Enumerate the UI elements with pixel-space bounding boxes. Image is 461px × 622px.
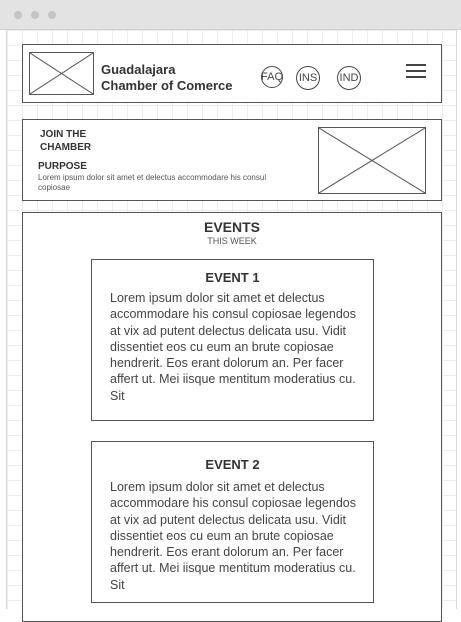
events-section: EVENTS THIS WEEK EVENT 1 Lorem ipsum dol… — [22, 212, 442, 622]
window-minimize-dot[interactable] — [31, 11, 39, 19]
window-titlebar — [0, 0, 461, 30]
nav-ins-button[interactable]: INS — [296, 66, 320, 90]
join-image-placeholder — [318, 127, 426, 194]
purpose-heading: PURPOSE — [38, 161, 87, 172]
hamburger-menu-icon[interactable] — [406, 64, 426, 80]
window-close-dot[interactable] — [14, 11, 22, 19]
brand-name-line2: Chamber of Comerce — [101, 78, 233, 93]
join-chamber-section: JOIN THE CHAMBER PURPOSE Lorem ipsum dol… — [22, 119, 442, 201]
events-heading: EVENTS — [203, 219, 260, 235]
join-title-line1: JOIN THE — [40, 129, 87, 140]
logo-image-placeholder[interactable] — [29, 52, 94, 95]
window-maximize-dot[interactable] — [48, 11, 56, 19]
event-card-1[interactable]: EVENT 1 Lorem ipsum dolor sit amet et de… — [91, 259, 374, 421]
nav-faq-button[interactable]: FAQ — [261, 66, 283, 88]
join-title-line2: CHAMBER — [40, 142, 92, 153]
brand-name[interactable]: Guadalajara Chamber of Comerce — [101, 62, 232, 94]
nav-ind-button[interactable]: IND — [337, 66, 361, 90]
site-header: Guadalajara Chamber of Comerce FAQ INS I… — [22, 44, 442, 103]
event-description: Lorem ipsum dolor sit amet et delectus a… — [110, 480, 356, 592]
event-title: EVENT 1 — [205, 270, 260, 285]
join-chamber-link[interactable]: JOIN THE CHAMBER — [40, 128, 91, 154]
brand-name-line1: Guadalajara — [101, 62, 176, 77]
event-description: Lorem ipsum dolor sit amet et delectus a… — [110, 291, 356, 403]
event-title: EVENT 2 — [205, 457, 260, 472]
events-subheading: THIS WEEK — [207, 236, 257, 246]
event-card-2[interactable]: EVENT 2 Lorem ipsum dolor sit amet et de… — [91, 441, 374, 603]
purpose-text: Lorem ipsum dolor sit amet et delectus a… — [38, 173, 267, 192]
